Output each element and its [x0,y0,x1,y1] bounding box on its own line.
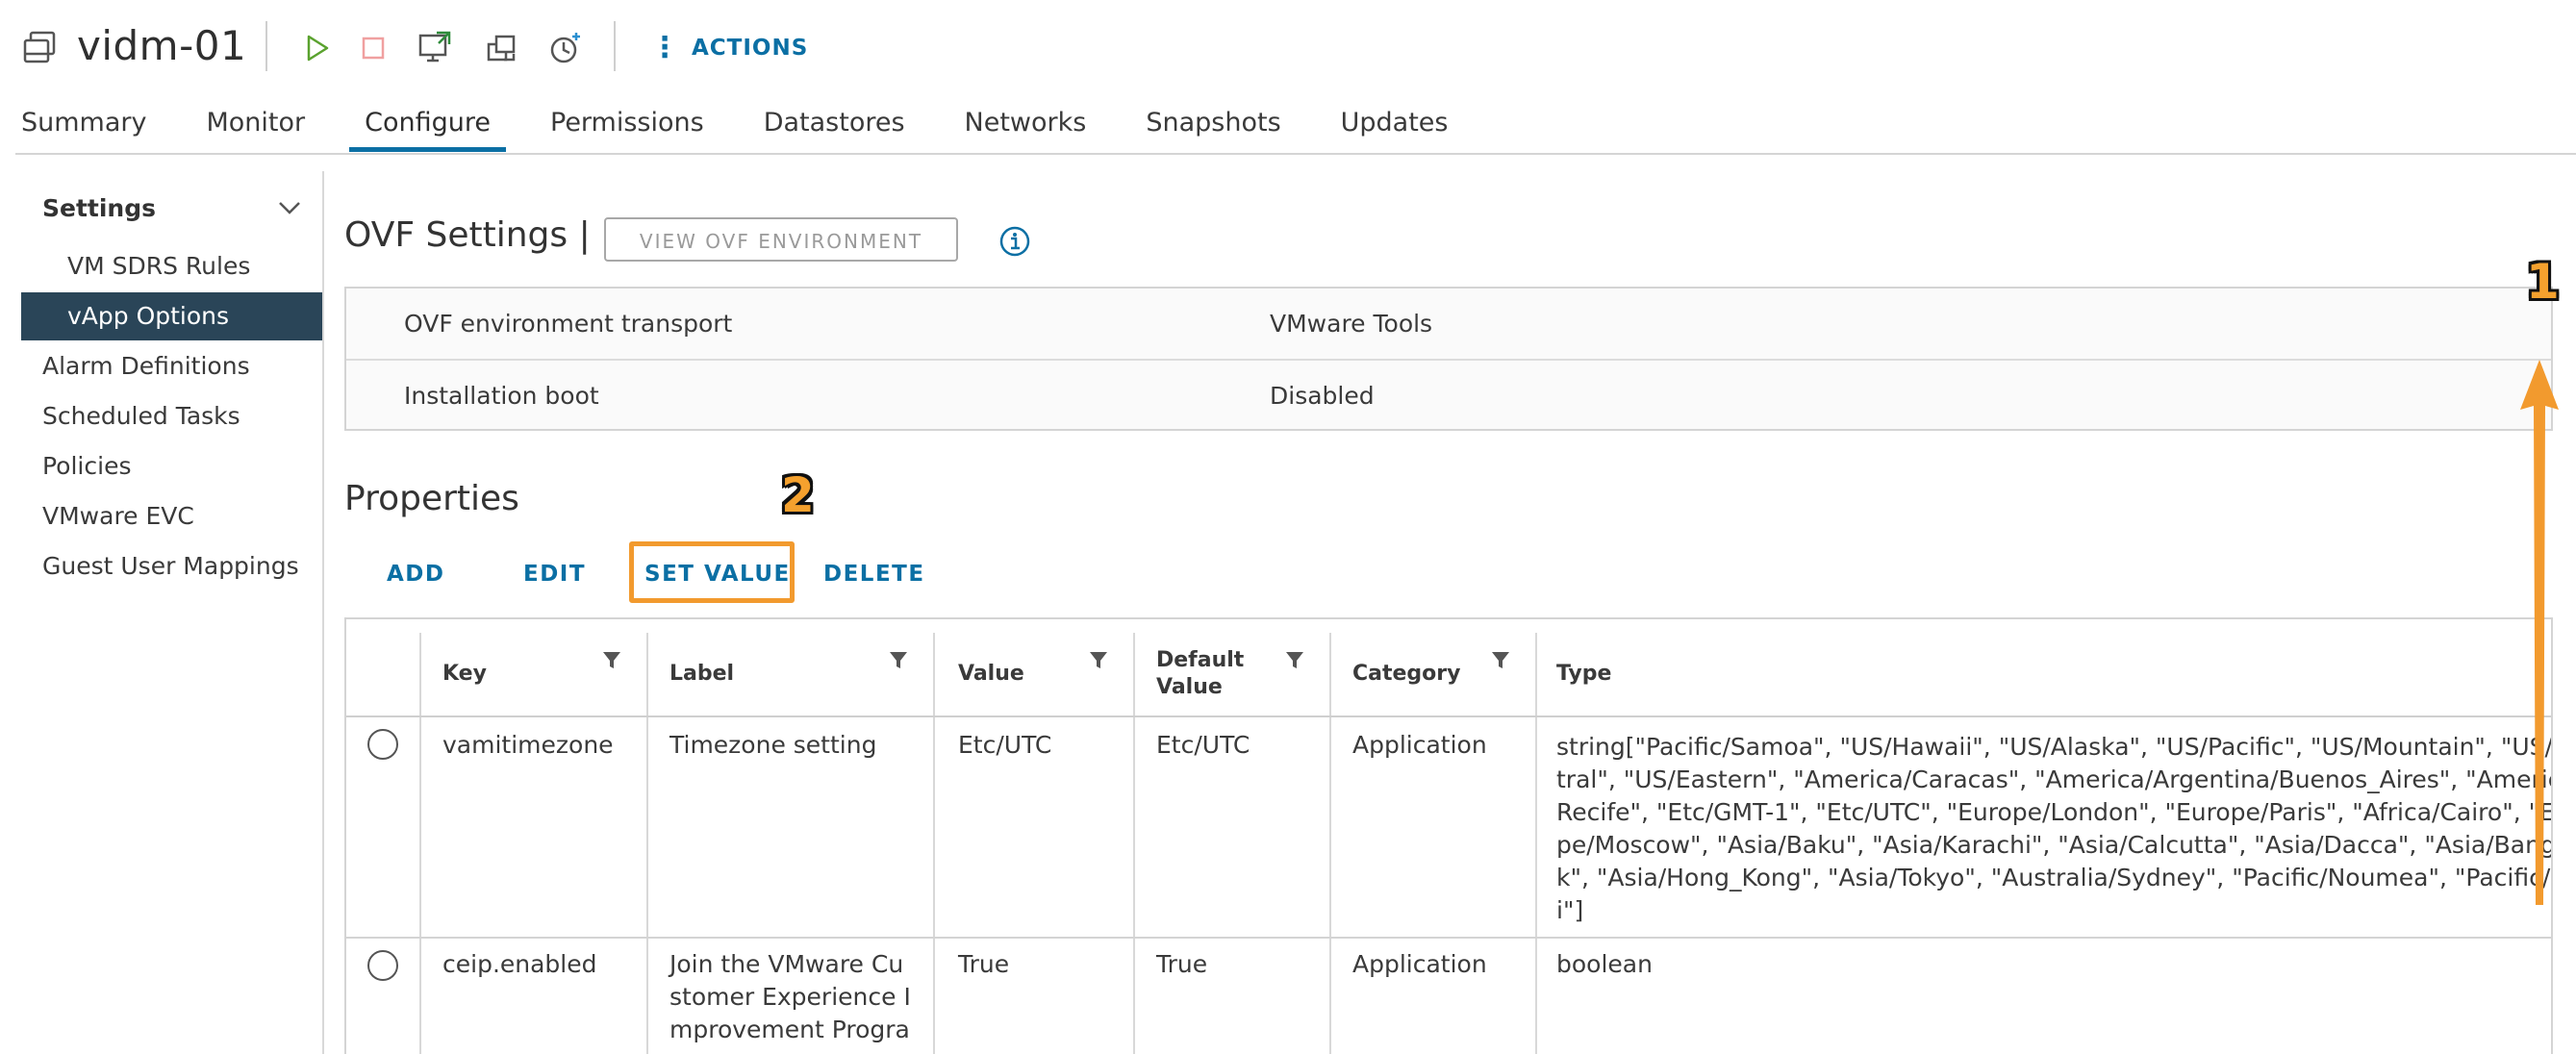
toolbar-divider [265,21,267,71]
column-divider [646,633,648,1054]
vertical-ellipsis-icon: ⋮ [650,31,680,64]
tab-networks[interactable]: Networks [949,104,1102,152]
toolbar-divider [614,21,616,71]
sidebar-divider [322,171,324,1054]
vm-title: vidm-01 [77,22,247,69]
cell-label: Timezone setting [669,731,877,759]
view-ovf-environment-button[interactable]: VIEW OVF ENVIRONMENT [604,217,958,262]
actions-menu-button[interactable]: ⋮ ACTIONS [650,27,808,69]
ovf-key: OVF environment transport [404,310,733,338]
annotation-badge-2: 2 [781,467,815,523]
sidebar-item-policies[interactable]: Policies [21,442,323,490]
tab-monitor[interactable]: Monitor [190,104,320,152]
row-select-radio[interactable] [367,950,398,981]
ovf-value: VMware Tools [1270,310,1433,338]
delete-property-button[interactable]: DELETE [823,552,925,596]
tab-configure[interactable]: Configure [349,104,506,152]
virtual-machine-icon [23,31,56,63]
object-tabs: Summary Monitor Configure Permissions Da… [21,104,1493,154]
column-divider [1535,633,1537,1054]
add-property-button[interactable]: ADD [387,552,444,596]
filter-icon[interactable] [889,650,908,671]
column-header-category[interactable]: Category [1352,633,1460,715]
sidebar-item-guest-user-mappings[interactable]: Guest User Mappings [21,542,323,590]
sidebar-item-vm-sdrs-rules[interactable]: VM SDRS Rules [21,242,323,290]
sidebar-item-alarm-definitions[interactable]: Alarm Definitions [21,342,323,390]
filter-icon[interactable] [1491,650,1510,671]
column-divider [1329,633,1331,1054]
cell-label-line: mprovement Progra [669,1016,910,1043]
cell-category: Application [1352,731,1487,759]
annotation-badge-1: 1 [2526,254,2560,310]
ovf-settings-table: OVF environment transport VMware Tools I… [344,287,2553,431]
sidebar-item-vapp-options[interactable]: vApp Options [21,292,323,340]
cell-type: string["Pacific/Samoa", "US/Hawaii", "US… [1556,733,2553,924]
cell-default-value: True [1156,950,1208,978]
filter-icon[interactable] [602,650,621,671]
properties-title: Properties [344,479,519,518]
ovf-row: OVF environment transport VMware Tools [346,289,2551,359]
column-divider [1133,633,1135,1054]
cell-label: Join the VMware Cu stomer Experience I m… [669,948,911,1046]
column-divider [933,633,935,1054]
cell-type: boolean [1556,950,1653,978]
snapshot-icon[interactable] [546,27,585,69]
settings-section-title: Settings [42,193,157,222]
cell-label-line: Join the VMware Cu [669,950,904,978]
tab-permissions[interactable]: Permissions [535,104,720,152]
ovf-key: Installation boot [404,382,599,410]
annotation-arrow-icon [2520,360,2559,905]
power-off-icon[interactable] [354,27,392,69]
tabs-divider [15,153,2576,155]
object-header: vidm-01 ⋮ ACTIONS Summary Monitor Config… [0,0,2576,155]
cell-label-line: stomer Experience I [669,983,911,1011]
filter-icon[interactable] [1285,650,1304,671]
cell-value: Etc/UTC [958,731,1052,759]
chevron-down-icon [279,202,300,214]
cell-key: vamitimezone [442,731,614,759]
row-select-radio[interactable] [367,729,398,760]
migrate-icon[interactable] [483,27,521,69]
column-header-label[interactable]: Label [669,633,734,715]
cell-default-value: Etc/UTC [1156,731,1250,759]
tab-datastores[interactable]: Datastores [748,104,921,152]
launch-console-icon[interactable] [416,27,454,69]
column-divider [419,633,421,1054]
filter-icon[interactable] [1089,650,1108,671]
tab-snapshots[interactable]: Snapshots [1130,104,1296,152]
row-divider [346,937,2551,939]
ovf-row: Installation boot Disabled [346,359,2551,431]
power-on-icon[interactable] [298,27,337,69]
highlight-box [629,541,795,603]
settings-section-toggle[interactable]: Settings [42,188,302,227]
column-header-default-line1: Default [1156,648,1245,672]
cell-category: Application [1352,950,1487,978]
info-icon[interactable] [998,225,1031,258]
actions-label: ACTIONS [692,36,809,61]
sidebar-item-scheduled-tasks[interactable]: Scheduled Tasks [21,392,323,440]
ovf-settings-title: OVF Settings | [344,215,591,255]
header-divider [346,715,2551,717]
properties-datagrid: Key Label Value Default Value Category T… [344,617,2553,1054]
tab-summary[interactable]: Summary [21,104,162,152]
edit-property-button[interactable]: EDIT [523,552,586,596]
column-header-default-line2: Value [1156,675,1223,699]
column-header-default-value[interactable]: Default Value [1156,633,1244,715]
column-header-key[interactable]: Key [442,633,487,715]
cell-key: ceip.enabled [442,950,597,978]
ovf-value: Disabled [1270,382,1375,410]
cell-value: True [958,950,1010,978]
tab-updates[interactable]: Updates [1326,104,1464,152]
column-header-value[interactable]: Value [958,633,1024,715]
column-header-type[interactable]: Type [1556,633,1611,715]
sidebar-item-vmware-evc[interactable]: VMware EVC [21,492,323,540]
